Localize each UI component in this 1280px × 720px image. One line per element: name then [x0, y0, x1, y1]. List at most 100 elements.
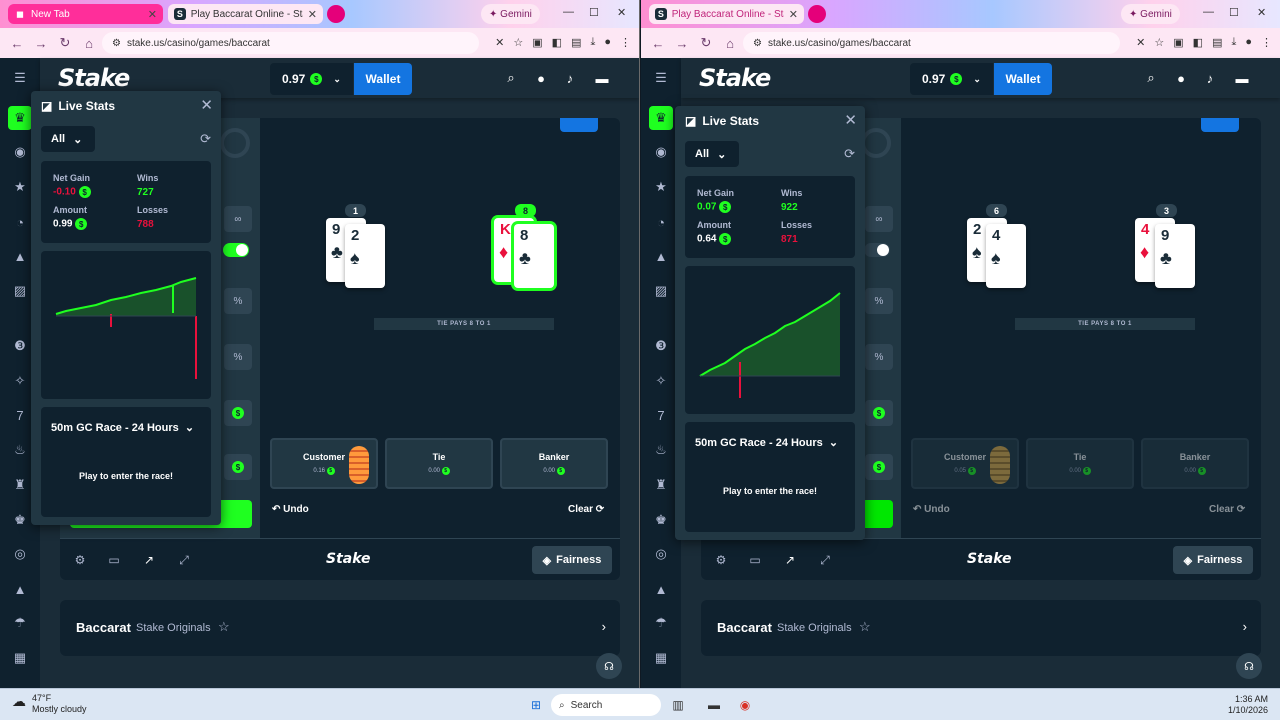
percent-icon[interactable]: %: [865, 344, 893, 370]
percent-icon[interactable]: %: [224, 344, 252, 370]
popout-icon[interactable]: ⤢: [176, 552, 192, 568]
stats-icon[interactable]: ↗: [782, 552, 798, 568]
roulette-icon[interactable]: ◎: [10, 544, 30, 564]
reload-icon[interactable]: ↻: [699, 35, 713, 51]
chrome-icon[interactable]: ◉: [735, 695, 755, 715]
minimize-button[interactable]: —: [563, 6, 574, 18]
game-info-bar[interactable]: Baccarat Stake Originals ☆ ›: [701, 600, 1261, 656]
hot-icon[interactable]: ♨: [10, 440, 30, 460]
live-stats-header[interactable]: ◪ Live Stats: [41, 99, 115, 113]
url-field[interactable]: ⚙ stake.us/casino/games/baccarat: [102, 32, 479, 54]
taskbar-search[interactable]: ⌕ Search: [551, 694, 661, 716]
bell-icon[interactable]: ♪: [1201, 69, 1219, 87]
user-icon[interactable]: ●: [1172, 69, 1190, 87]
menu-dots-icon[interactable]: ⋮: [1261, 36, 1272, 49]
top-tab[interactable]: [1201, 118, 1239, 132]
tab-group-icon[interactable]: [327, 5, 345, 23]
originals-icon[interactable]: ▨: [651, 281, 671, 301]
stake-logo[interactable]: Stake: [699, 64, 771, 92]
table-games-icon[interactable]: ☂: [10, 613, 30, 633]
extension-icon[interactable]: ▣: [1173, 36, 1183, 49]
balance-selector[interactable]: 0.97 $ ⌄: [270, 63, 353, 95]
mode-toggle[interactable]: [220, 128, 250, 158]
balance-selector[interactable]: 0.97 $ ⌄: [910, 63, 993, 95]
new-releases-icon[interactable]: ✧: [651, 371, 671, 391]
originals-icon[interactable]: ▨: [10, 281, 30, 301]
stats-filter-select[interactable]: All ⌄: [685, 141, 739, 167]
home-icon[interactable]: ⌂: [723, 36, 737, 51]
bet-spot-customer[interactable]: Customer 0.16 $: [270, 438, 378, 489]
profile-icon[interactable]: ●: [1245, 36, 1252, 49]
casino-icon[interactable]: ♛: [649, 106, 673, 130]
chevron-right-icon[interactable]: ›: [1243, 619, 1247, 634]
file-explorer-icon[interactable]: ▬: [704, 695, 724, 715]
tab-close-icon[interactable]: ✕: [789, 8, 798, 21]
puzzle-icon[interactable]: ◧: [552, 36, 562, 49]
stake-logo[interactable]: Stake: [58, 64, 130, 92]
slots-icon[interactable]: ❸: [10, 336, 30, 356]
auto-toggle[interactable]: [864, 243, 890, 257]
casino-icon[interactable]: ♛: [8, 106, 32, 130]
gameshows-icon[interactable]: ♜: [651, 475, 671, 495]
puzzle-icon[interactable]: ◧: [1193, 36, 1203, 49]
blackjack-icon[interactable]: ▲: [651, 579, 671, 599]
percent-icon[interactable]: %: [224, 288, 252, 314]
profile-icon[interactable]: ●: [604, 36, 611, 49]
gemini-button[interactable]: ✦ Gemini: [481, 4, 540, 24]
close-window-button[interactable]: ✕: [617, 6, 626, 19]
home-icon[interactable]: ⌂: [82, 36, 96, 51]
settings-icon[interactable]: ⚙: [713, 552, 729, 568]
gameshows-icon[interactable]: ♜: [10, 475, 30, 495]
crown-icon[interactable]: ♚: [651, 510, 671, 530]
infinity-icon[interactable]: ∞: [224, 206, 252, 232]
lobby-icon[interactable]: ◉: [651, 142, 671, 162]
weather-widget[interactable]: ☁ 47°F Mostly cloudy: [12, 693, 87, 715]
fairness-button[interactable]: ◈ Fairness: [532, 546, 612, 574]
all-games-icon[interactable]: ▦: [651, 648, 671, 668]
tab-new[interactable]: ◼ New Tab ✕: [8, 4, 163, 24]
race-selector[interactable]: 50m GC Race - 24 Hours ⌄: [695, 436, 838, 449]
bell-icon[interactable]: ♪: [561, 69, 579, 87]
chevron-right-icon[interactable]: ›: [602, 619, 606, 634]
theatre-icon[interactable]: ▭: [747, 552, 763, 568]
undo-button[interactable]: ↶ Undo: [272, 504, 309, 515]
maximize-button[interactable]: ☐: [1229, 6, 1239, 19]
site-info-icon[interactable]: ⚙: [112, 38, 121, 49]
favourite-star-icon[interactable]: ☆: [859, 619, 871, 635]
recent-icon[interactable]: ◔: [10, 212, 30, 232]
bookmark-star-icon[interactable]: ☆: [513, 36, 523, 49]
game-info-bar[interactable]: Baccarat Stake Originals ☆ ›: [60, 600, 620, 656]
popout-icon[interactable]: ⤢: [817, 552, 833, 568]
forward-icon[interactable]: →: [34, 36, 48, 51]
chat-icon[interactable]: ▬: [593, 69, 611, 87]
all-games-icon[interactable]: ▦: [10, 648, 30, 668]
recent-icon[interactable]: ◔: [651, 212, 671, 232]
table-games-icon[interactable]: ☂: [651, 613, 671, 633]
mute-icon[interactable]: ✕: [1136, 36, 1145, 49]
site-info-icon[interactable]: ⚙: [753, 38, 762, 49]
live-casino-icon[interactable]: 7: [651, 405, 671, 425]
mode-toggle[interactable]: [861, 128, 891, 158]
system-clock[interactable]: 1:36 AM 1/10/2026: [1228, 694, 1268, 716]
close-icon[interactable]: ✕: [844, 111, 857, 129]
sidepanel-icon[interactable]: ▤: [1212, 36, 1222, 49]
back-icon[interactable]: ←: [651, 36, 665, 51]
challenges-icon[interactable]: ▲: [651, 246, 671, 266]
hot-icon[interactable]: ♨: [651, 440, 671, 460]
race-selector[interactable]: 50m GC Race - 24 Hours ⌄: [51, 421, 194, 434]
start-icon[interactable]: ⊞: [527, 695, 545, 715]
wallet-button[interactable]: Wallet: [354, 63, 412, 95]
user-icon[interactable]: ●: [532, 69, 550, 87]
bet-spot-tie[interactable]: Tie 0.00 $: [385, 438, 493, 489]
new-releases-icon[interactable]: ✧: [10, 371, 30, 391]
fairness-button[interactable]: ◈ Fairness: [1173, 546, 1253, 574]
bookmark-star-icon[interactable]: ☆: [1154, 36, 1164, 49]
bet-spot-customer[interactable]: Customer 0.05 $: [911, 438, 1019, 489]
minimize-button[interactable]: —: [1203, 6, 1214, 18]
refresh-icon[interactable]: ⟳: [844, 146, 855, 162]
infinity-icon[interactable]: ∞: [865, 206, 893, 232]
back-icon[interactable]: ←: [10, 36, 24, 51]
chat-icon[interactable]: ▬: [1233, 69, 1251, 87]
extension-icon[interactable]: ▣: [532, 36, 542, 49]
bet-spot-tie[interactable]: Tie 0.00 $: [1026, 438, 1134, 489]
